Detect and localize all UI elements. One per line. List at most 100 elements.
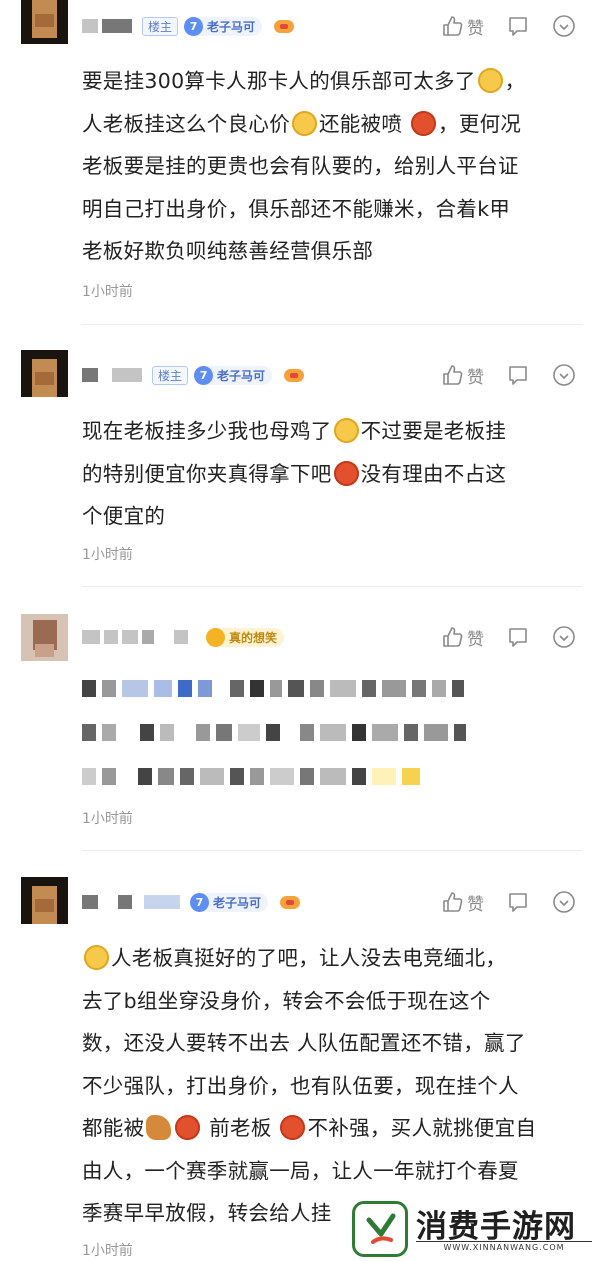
text-line: 都能被 <box>82 1116 145 1140</box>
text-line: 老板好欺负呗纯慈善经营俱乐部 <box>82 239 374 263</box>
title-badge-text: 老子马可 <box>217 368 266 383</box>
title-badge-text: 老子马可 <box>207 19 256 34</box>
site-watermark: 消费手游网 WWW.XINNANWANG.COM <box>352 1199 600 1261</box>
more-button[interactable] <box>552 890 576 914</box>
like-icon <box>443 16 463 36</box>
level-number: 7 <box>190 892 209 912</box>
emoji-icon <box>411 110 437 136</box>
text-line: 前老板 <box>209 1116 272 1140</box>
text-line: 还能被喷 <box>319 111 403 136</box>
text-line: 要是挂300算卡人那卡人的俱乐部可太多了 <box>82 69 476 93</box>
user-meta: 真的想笑 <box>82 626 285 648</box>
censored-text <box>82 678 470 698</box>
text-line: 人老板挂这么个良心价 <box>82 111 290 136</box>
text-line: 的特别便宜你夹真得拿下吧 <box>82 461 332 486</box>
avatar[interactable] <box>21 350 68 397</box>
username-blurred[interactable] <box>82 895 98 909</box>
reply-icon <box>509 893 527 912</box>
reply-button[interactable] <box>506 890 530 914</box>
user-meta: 楼主 7 老子马可 <box>82 364 305 386</box>
divider <box>82 850 582 851</box>
avatar[interactable] <box>21 614 68 661</box>
horse-emoji-icon <box>146 1115 172 1140</box>
divider <box>82 324 582 325</box>
game-controller-icon <box>280 893 301 911</box>
like-button[interactable]: 赞 <box>441 625 484 650</box>
angry-emoji-icon <box>175 1115 201 1140</box>
text-line: 由人，一个赛季就赢一局，让人一年就打个春夏 <box>82 1158 519 1183</box>
like-label: 赞 <box>467 629 484 650</box>
comment-text: 要是挂300算卡人那卡人的俱乐部可太多了， 人老板挂这么个良心价 还能被喷 ，更何… <box>82 68 526 263</box>
comment-timestamp: 1小时前 <box>82 547 133 563</box>
comment-actions: 赞 <box>419 362 576 388</box>
emoji-icon <box>292 110 317 136</box>
divider <box>82 586 582 587</box>
user-meta: 楼主 7 老子马可 <box>82 15 295 37</box>
level-badge: 7 老子马可 <box>184 16 263 36</box>
comment-actions: 赞 <box>419 889 576 915</box>
reply-button[interactable] <box>506 625 530 649</box>
comment-text: 人老板真挺好的了吧，让人没去电竞缅北， 去了b组坐穿没身价，转会不会低于现在这个… <box>82 937 582 1235</box>
comment-actions: 赞 <box>419 624 576 650</box>
host-badge: 楼主 <box>142 16 179 36</box>
site-logo-icon <box>352 1201 408 1257</box>
title-badge-text: 真的想笑 <box>229 630 278 645</box>
more-icon <box>553 364 575 386</box>
like-label: 赞 <box>467 18 484 39</box>
reply-icon <box>509 366 527 385</box>
coin-icon <box>206 627 225 647</box>
game-controller-icon <box>274 17 295 35</box>
text-line: 老板要是挂的更贵也会有队要的，给别人平台证 <box>82 154 519 178</box>
username-blurred[interactable] <box>82 19 98 33</box>
more-icon <box>553 15 575 37</box>
like-icon <box>443 892 463 912</box>
watermark-url: WWW.XINNANWANG.COM <box>416 1241 592 1252</box>
like-button[interactable]: 赞 <box>441 363 484 388</box>
reply-button[interactable] <box>506 14 530 38</box>
level-number: 7 <box>184 16 204 36</box>
emoji-icon <box>477 68 503 93</box>
username-blurred[interactable] <box>82 368 98 382</box>
emoji-icon <box>333 460 359 486</box>
text-line: 季赛早早放假，转会给人挂 <box>82 1201 332 1225</box>
watermark-title: 消费手游网 <box>416 1209 576 1245</box>
text-line: 现在老板挂多少我也母鸡了 <box>82 419 332 443</box>
text-line: 不过要是老板挂 <box>360 419 507 443</box>
reply-icon <box>509 17 527 36</box>
user-meta: 7 老子马可 <box>82 891 301 913</box>
more-icon <box>553 626 575 648</box>
text-line: 不少强队，打出身价，也有队伍要，现在挂个人 <box>82 1073 519 1098</box>
text-line: 人老板真挺好的了吧，让人没去电竞缅北， <box>111 946 507 970</box>
more-button[interactable] <box>552 625 576 649</box>
reply-button[interactable] <box>506 363 530 387</box>
like-icon <box>443 627 463 647</box>
comment-timestamp: 1小时前 <box>82 1243 133 1259</box>
censored-text <box>82 766 426 786</box>
text-line: ，更何况 <box>438 111 522 136</box>
host-badge: 楼主 <box>152 365 189 385</box>
comment-timestamp: 1小时前 <box>82 284 133 300</box>
like-label: 赞 <box>467 367 484 388</box>
level-badge: 7 老子马可 <box>194 365 273 385</box>
text-line: 没有理由不占这 <box>360 461 507 486</box>
level-badge: 7 老子马可 <box>190 892 269 912</box>
like-label: 赞 <box>467 894 484 915</box>
text-line: 不补强，买人就挑便宜自 <box>307 1116 537 1140</box>
emoji-icon <box>84 945 109 970</box>
text-line: 去了b组坐穿没身价，转会不会低于现在这个 <box>82 988 491 1013</box>
comment-actions: 赞 <box>419 13 576 39</box>
avatar[interactable] <box>21 877 68 924</box>
text-line: 明自己打出身价，俱乐部还不能赚米，合着k甲 <box>82 196 511 221</box>
like-button[interactable]: 赞 <box>441 890 484 915</box>
more-button[interactable] <box>552 14 576 38</box>
username-blurred[interactable] <box>82 630 100 644</box>
censored-text <box>82 722 472 742</box>
like-button[interactable]: 赞 <box>441 14 484 39</box>
title-badge-text: 老子马可 <box>213 895 262 910</box>
emoji-icon <box>280 1115 306 1140</box>
avatar[interactable] <box>21 0 68 44</box>
emoji-icon <box>333 418 359 443</box>
more-button[interactable] <box>552 363 576 387</box>
comment-timestamp: 1小时前 <box>82 811 133 827</box>
text-line: 数，还没人要转不出去 人队伍配置还不错，赢了 <box>82 1031 526 1055</box>
